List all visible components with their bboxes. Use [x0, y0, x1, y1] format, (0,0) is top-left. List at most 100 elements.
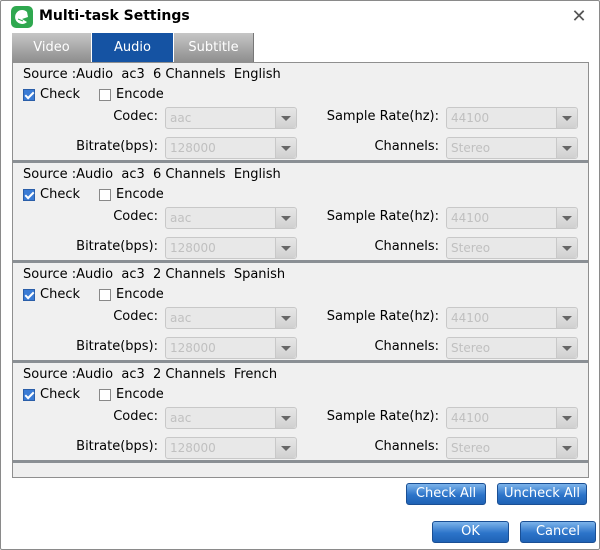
codec-value: aac: [170, 411, 192, 425]
channels-label: Channels:: [374, 239, 439, 254]
chevron-down-icon: [556, 208, 577, 228]
chevron-down-icon: [275, 138, 296, 158]
chevron-down-icon: [275, 438, 296, 458]
chevron-down-icon: [275, 408, 296, 428]
codec-label: Codec:: [113, 409, 158, 424]
chevron-down-icon: [275, 338, 296, 358]
chevron-down-icon: [556, 138, 577, 158]
encode-label: Encode: [116, 87, 164, 102]
channels-label: Channels:: [374, 139, 439, 154]
channels-label: Channels:: [374, 439, 439, 454]
sample-rate-value: 44100: [451, 411, 490, 425]
sample-rate-select[interactable]: 44100: [446, 107, 578, 129]
encode-checkbox[interactable]: Encode: [99, 87, 164, 102]
channels-value: Stereo: [451, 241, 491, 255]
audio-track-section: Source :Audio ac3 2 Channels Spanish Che…: [13, 263, 588, 363]
audio-track-section: Source :Audio ac3 6 Channels English Che…: [13, 163, 588, 263]
checkbox-unchecked-icon: [99, 288, 111, 301]
checkbox-unchecked-icon: [99, 388, 111, 401]
tab-bar: Video Audio Subtitle: [12, 33, 254, 62]
check-all-button[interactable]: Check All: [406, 483, 486, 505]
bitrate-select[interactable]: 128000: [165, 137, 297, 159]
sample-rate-value: 44100: [451, 311, 490, 325]
dialog-title: Multi-task Settings: [39, 8, 190, 24]
check-checkbox[interactable]: Check: [23, 387, 80, 402]
tab-video[interactable]: Video: [12, 33, 92, 62]
track-source-label: Source :Audio ac3 6 Channels English: [23, 167, 281, 182]
check-label: Check: [40, 387, 80, 402]
checkbox-checked-icon: [23, 388, 35, 401]
tab-subtitle[interactable]: Subtitle: [174, 33, 254, 62]
checkbox-checked-icon: [23, 188, 35, 201]
codec-select[interactable]: aac: [165, 407, 297, 429]
encode-label: Encode: [116, 387, 164, 402]
chevron-down-icon: [275, 238, 296, 258]
sample-rate-value: 44100: [451, 211, 490, 225]
bitrate-label: Bitrate(bps):: [76, 439, 158, 454]
check-checkbox[interactable]: Check: [23, 287, 80, 302]
channels-value: Stereo: [451, 141, 491, 155]
check-label: Check: [40, 187, 80, 202]
bitrate-label: Bitrate(bps):: [76, 139, 158, 154]
track-source-label: Source :Audio ac3 2 Channels French: [23, 367, 278, 382]
sample-rate-select[interactable]: 44100: [446, 207, 578, 229]
encode-checkbox[interactable]: Encode: [99, 187, 164, 202]
chevron-down-icon: [556, 438, 577, 458]
bitrate-select[interactable]: 128000: [165, 337, 297, 359]
codec-label: Codec:: [113, 209, 158, 224]
check-label: Check: [40, 287, 80, 302]
sample-rate-label: Sample Rate(hz):: [326, 109, 439, 124]
bitrate-value: 128000: [170, 141, 216, 155]
chevron-down-icon: [556, 238, 577, 258]
check-checkbox[interactable]: Check: [23, 87, 80, 102]
channels-select[interactable]: Stereo: [446, 237, 578, 259]
sample-rate-select[interactable]: 44100: [446, 307, 578, 329]
encode-label: Encode: [116, 187, 164, 202]
checkbox-checked-icon: [23, 288, 35, 301]
sample-rate-label: Sample Rate(hz):: [326, 409, 439, 424]
track-source-label: Source :Audio ac3 6 Channels English: [23, 67, 281, 82]
close-icon[interactable]: ✕: [569, 7, 589, 27]
check-checkbox[interactable]: Check: [23, 187, 80, 202]
audio-tracks-panel: Source :Audio ac3 6 Channels English Che…: [12, 62, 589, 478]
bitrate-select[interactable]: 128000: [165, 437, 297, 459]
codec-value: aac: [170, 211, 192, 225]
bitrate-value: 128000: [170, 241, 216, 255]
codec-select[interactable]: aac: [165, 207, 297, 229]
sample-rate-select[interactable]: 44100: [446, 407, 578, 429]
bitrate-select[interactable]: 128000: [165, 237, 297, 259]
checkbox-unchecked-icon: [99, 88, 111, 101]
encode-checkbox[interactable]: Encode: [99, 287, 164, 302]
codec-select[interactable]: aac: [165, 107, 297, 129]
title-bar: Multi-task Settings ✕: [1, 1, 599, 33]
tab-audio[interactable]: Audio: [92, 33, 174, 62]
channels-select[interactable]: Stereo: [446, 437, 578, 459]
channels-value: Stereo: [451, 441, 491, 455]
chevron-down-icon: [556, 108, 577, 128]
channels-select[interactable]: Stereo: [446, 337, 578, 359]
codec-select[interactable]: aac: [165, 307, 297, 329]
ok-button[interactable]: OK: [432, 521, 509, 543]
channels-select[interactable]: Stereo: [446, 137, 578, 159]
sample-rate-value: 44100: [451, 111, 490, 125]
chevron-down-icon: [556, 308, 577, 328]
cancel-button[interactable]: Cancel: [520, 521, 596, 543]
app-logo-icon: [11, 6, 33, 28]
check-label: Check: [40, 87, 80, 102]
bitrate-value: 128000: [170, 341, 216, 355]
bitrate-value: 128000: [170, 441, 216, 455]
codec-value: aac: [170, 111, 192, 125]
audio-track-section: Source :Audio ac3 6 Channels English Che…: [13, 63, 588, 163]
encode-checkbox[interactable]: Encode: [99, 387, 164, 402]
chevron-down-icon: [275, 208, 296, 228]
multi-task-settings-dialog: Multi-task Settings ✕ Video Audio Subtit…: [0, 0, 600, 550]
chevron-down-icon: [556, 338, 577, 358]
chevron-down-icon: [275, 108, 296, 128]
codec-value: aac: [170, 311, 192, 325]
track-source-label: Source :Audio ac3 2 Channels Spanish: [23, 267, 286, 282]
uncheck-all-button[interactable]: Uncheck All: [497, 483, 587, 505]
channels-value: Stereo: [451, 341, 491, 355]
codec-label: Codec:: [113, 309, 158, 324]
encode-label: Encode: [116, 287, 164, 302]
audio-track-section: Source :Audio ac3 2 Channels French Chec…: [13, 363, 588, 463]
